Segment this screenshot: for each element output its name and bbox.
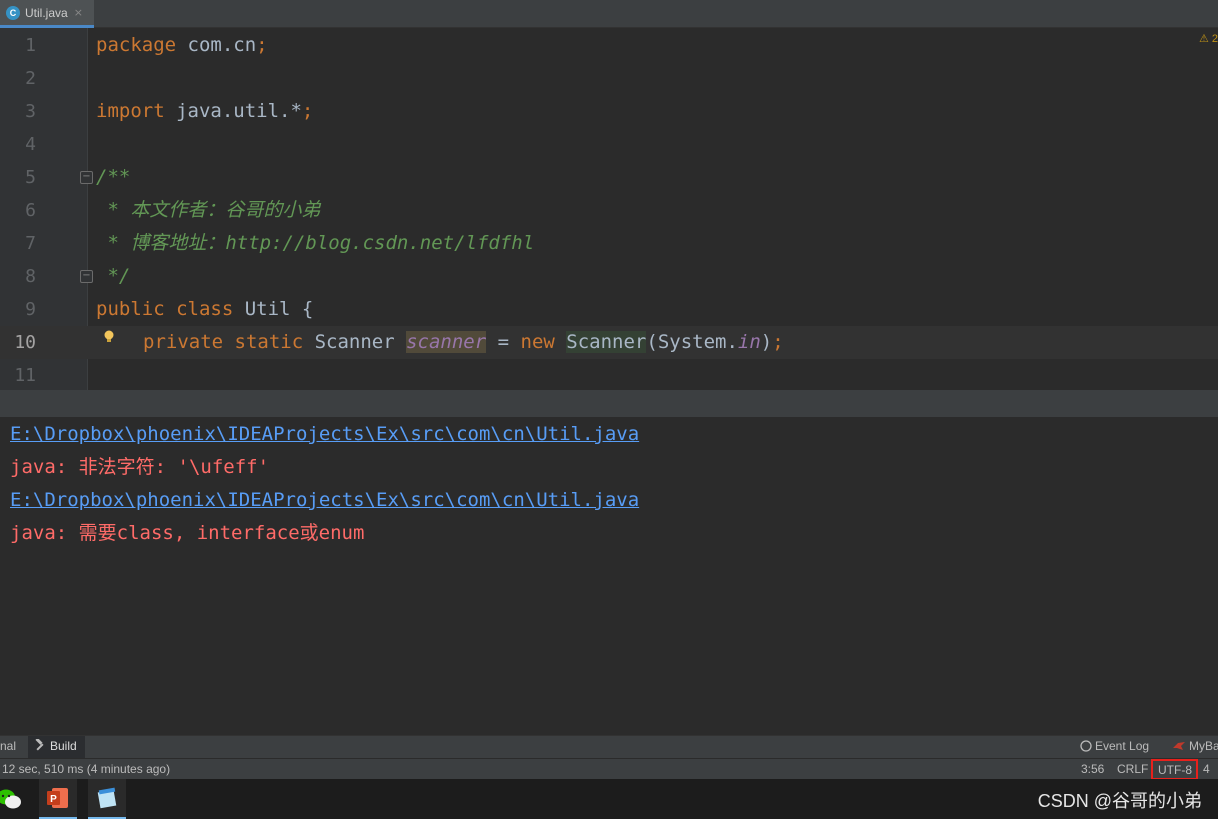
code-text: import java.util.*;: [96, 95, 313, 128]
code-line: 6 * 本文作者：谷哥的小弟: [0, 194, 1218, 227]
file-encoding[interactable]: UTF-8: [1151, 759, 1198, 780]
semicolon: ;: [772, 331, 784, 353]
build-tab-label: Build: [50, 739, 77, 753]
code-text: public class Util {: [96, 293, 313, 326]
code-line: 9 public class Util {: [0, 293, 1218, 326]
type-name: Scanner: [566, 331, 647, 353]
keyword: import: [96, 100, 165, 122]
tab-util-java[interactable]: C Util.java ×: [0, 0, 94, 28]
lightbulb-icon[interactable]: [103, 330, 115, 344]
editor-tab-bar: C Util.java ×: [0, 0, 1218, 28]
line-number: 3: [25, 101, 36, 122]
code-text: private static Scanner scanner = new Sca…: [143, 326, 784, 359]
code-line: 4: [0, 128, 1218, 161]
static-field: in: [737, 331, 761, 353]
line-number: 11: [14, 365, 36, 386]
code-editor[interactable]: ⚠ 2 1 package com.cn; 2 3 import java.ut…: [0, 28, 1218, 390]
identifier: Util {: [233, 298, 314, 320]
identifier: java.util.*: [164, 100, 302, 122]
keyword: new: [520, 331, 555, 353]
code-line: 5 /**: [0, 161, 1218, 194]
code-line: 3 import java.util.*;: [0, 95, 1218, 128]
line-separator[interactable]: CRLF: [1117, 762, 1148, 776]
line-number: 5: [25, 167, 36, 188]
code-line: 2: [0, 62, 1218, 95]
terminal-tab[interactable]: nal: [0, 739, 16, 753]
powerpoint-icon: P: [47, 788, 68, 808]
taskbar-app-notepad[interactable]: [88, 779, 126, 819]
file-link[interactable]: E:\Dropbox\phoenix\IDEAProjects\Ex\src\c…: [10, 418, 639, 451]
keyword: public class: [96, 298, 234, 320]
wechat-icon: [0, 789, 21, 809]
line-number: 9: [25, 299, 36, 320]
status-bar: 12 sec, 510 ms (4 minutes ago) 3:56 CRLF…: [0, 758, 1218, 790]
taskbar-app-powerpoint[interactable]: P: [39, 779, 77, 819]
panel-splitter[interactable]: [0, 390, 1218, 417]
line-number: 2: [25, 68, 36, 89]
field-name: scanner: [406, 331, 487, 353]
code-line: 1 package com.cn;: [0, 29, 1218, 62]
mybatis-tab[interactable]: MyBa: [1172, 739, 1218, 753]
java-class-icon: C: [6, 5, 20, 20]
identifier: com.cn: [176, 34, 257, 56]
identifier: (System.: [646, 331, 738, 353]
semicolon: ;: [301, 100, 314, 122]
tab-label: Util.java: [25, 5, 68, 20]
paren: ): [760, 331, 773, 353]
line-number: 10: [14, 332, 36, 353]
event-log-tab[interactable]: Event Log: [1080, 739, 1149, 753]
code-text: package com.cn;: [96, 29, 268, 62]
line-number: 6: [25, 200, 36, 221]
comment-text: */: [96, 265, 131, 287]
watermark-text: CSDN @谷哥的小弟: [1037, 791, 1202, 811]
notepad-icon: [97, 787, 117, 809]
error-message: java: 需要class, interface或enum: [10, 522, 365, 544]
taskbar-app-wechat[interactable]: [0, 779, 28, 819]
operator: =: [486, 331, 521, 353]
line-number: 1: [25, 35, 36, 56]
close-icon[interactable]: ×: [74, 6, 83, 19]
line-number: 8: [25, 266, 36, 287]
event-log-label: Event Log: [1095, 739, 1150, 753]
status-message[interactable]: 12 sec, 510 ms (4 minutes ago): [2, 762, 170, 776]
hammer-icon: [35, 739, 44, 751]
code-line: 7 * 博客地址：http://blog.csdn.net/lfdfhl: [0, 227, 1218, 260]
comment-text: /**: [96, 166, 131, 188]
svg-text:P: P: [50, 794, 57, 805]
code-line: 8 */: [0, 260, 1218, 293]
build-tab[interactable]: Build: [28, 736, 85, 758]
tool-window-bar: nal Build Event Log MyBa: [0, 735, 1218, 758]
type-name: Scanner: [303, 331, 407, 353]
error-message: java: 非法字符: '\ufeff': [10, 456, 270, 478]
code-line-current: 10 private static Scanner scanner = new …: [0, 326, 1218, 359]
semicolon: ;: [256, 34, 268, 56]
line-number: 4: [25, 134, 36, 155]
build-output-panel: E:\Dropbox\phoenix\IDEAProjects\Ex\src\c…: [0, 417, 1218, 735]
code-line: 11: [0, 359, 1218, 392]
keyword: private static: [143, 331, 304, 353]
file-link[interactable]: E:\Dropbox\phoenix\IDEAProjects\Ex\src\c…: [10, 484, 639, 517]
comment-text: * 本文作者：谷哥的小弟: [96, 199, 321, 221]
mybatis-label: MyBa: [1189, 739, 1218, 753]
fold-toggle-icon[interactable]: −: [80, 171, 93, 184]
fold-toggle-icon[interactable]: −: [80, 270, 93, 283]
comment-text: * 博客地址：http://blog.csdn.net/lfdfhl: [96, 232, 535, 254]
caret-position[interactable]: 3:56: [1081, 762, 1104, 776]
keyword: package: [96, 34, 177, 56]
os-taskbar: P CSDN @谷哥的小弟: [0, 779, 1218, 819]
line-number: 7: [25, 233, 36, 254]
event-log-icon: [1080, 740, 1092, 752]
mybatis-bird-icon: [1173, 742, 1185, 750]
